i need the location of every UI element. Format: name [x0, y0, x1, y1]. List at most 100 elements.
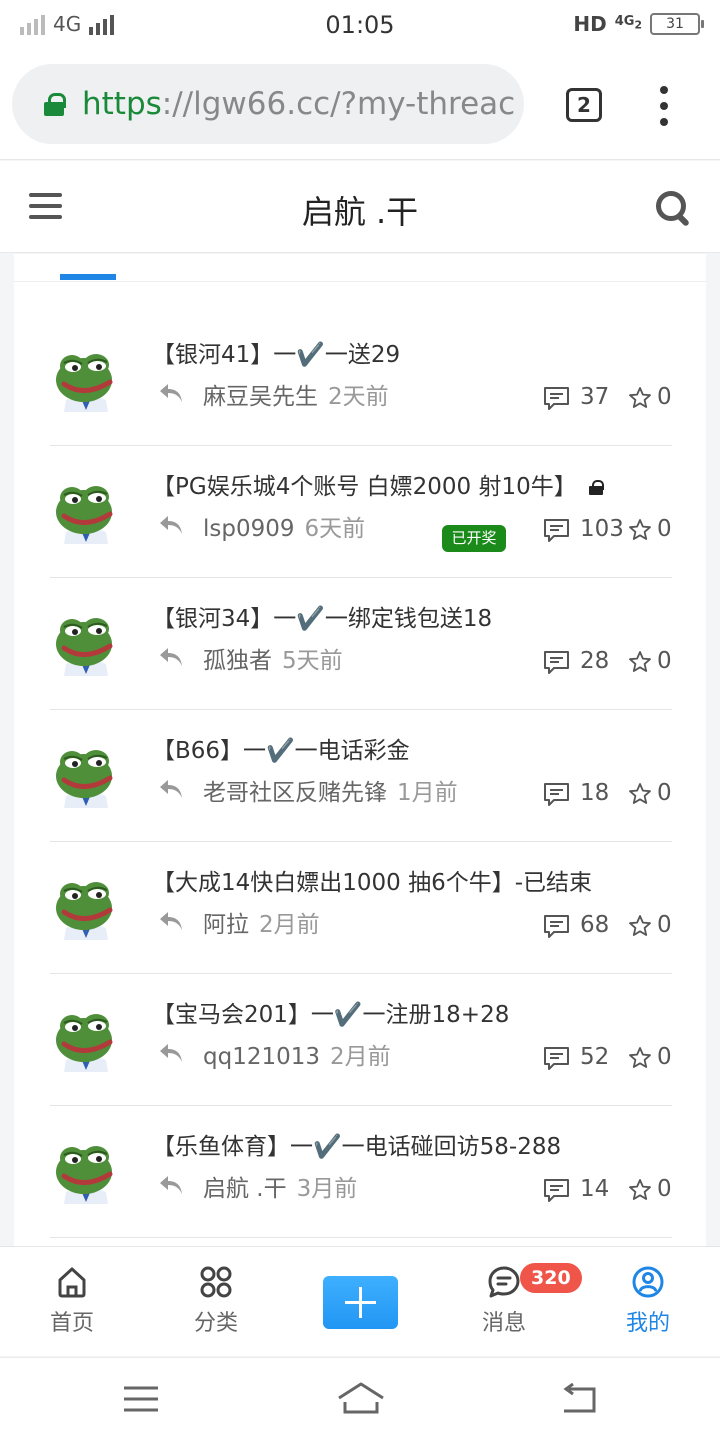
more-menu-icon[interactable]	[650, 86, 678, 126]
thread-meta: 阿拉 2月前	[203, 905, 320, 939]
chat-bubble-icon	[488, 1266, 520, 1298]
lock-icon	[588, 480, 604, 495]
post-time: 2月前	[330, 1044, 391, 1070]
post-time: 3月前	[296, 1176, 358, 1202]
tab-mine-label: 我的	[625, 1311, 670, 1336]
secure-lock-icon[interactable]	[44, 93, 66, 116]
post-time: 5天前	[282, 648, 343, 674]
tab-mine[interactable]: 我的	[598, 1265, 698, 1337]
comment-icon	[544, 1047, 569, 1070]
thread-row[interactable]: 【PG娱乐城4个账号 白嫖2000 射10牛】 lsp0909 6天前 已开奖 10…	[50, 446, 672, 578]
comment-icon	[544, 387, 569, 410]
active-tab-indicator	[60, 274, 116, 280]
reply-icon	[160, 780, 182, 798]
post-time: 1月前	[397, 780, 458, 806]
thread-meta: 孤独者 5天前	[203, 641, 343, 675]
avatar[interactable]	[50, 868, 122, 940]
back-nav-icon[interactable]	[561, 1383, 597, 1413]
status-bar: 4G 01:05 HD 4G2 31	[0, 0, 720, 52]
thread-row[interactable]: 【银河41】一✔️一送29 麻豆吴先生 2天前 37 0	[50, 314, 672, 446]
author-name[interactable]: lsp0909	[203, 516, 295, 542]
author-name[interactable]: 启航 .干	[203, 1176, 287, 1202]
recents-menu-icon[interactable]	[124, 1386, 158, 1412]
comment-count: 28	[580, 648, 610, 674]
tab-category-label: 分类	[193, 1311, 238, 1336]
thread-title[interactable]: 【宝马会201】一✔️一注册18+28	[152, 995, 509, 1029]
thread-meta: 老哥社区反赌先锋 1月前	[203, 773, 458, 807]
comment-count: 103	[580, 516, 624, 542]
reply-icon	[160, 1044, 182, 1062]
star-count: 0	[657, 648, 672, 674]
avatar[interactable]	[50, 1132, 122, 1204]
star-icon[interactable]	[628, 1178, 652, 1202]
thread-meta: qq121013 2月前	[203, 1037, 391, 1071]
url-text[interactable]: https://lgw66.cc/?my-threac	[82, 86, 515, 122]
tab-strip	[14, 254, 706, 282]
comment-count: 37	[580, 384, 610, 410]
tab-home[interactable]: 首页	[22, 1265, 122, 1337]
star-icon[interactable]	[628, 518, 652, 542]
post-time: 2月前	[259, 912, 320, 938]
avatar[interactable]	[50, 472, 122, 544]
tab-category[interactable]: 分类	[166, 1265, 266, 1337]
search-icon[interactable]	[656, 191, 692, 227]
author-name[interactable]: 阿拉	[203, 912, 249, 938]
avatar[interactable]	[50, 1000, 122, 1072]
author-name[interactable]: qq121013	[203, 1044, 320, 1070]
thread-title[interactable]: 【银河41】一✔️一送29	[152, 335, 400, 369]
comment-count: 14	[580, 1176, 610, 1202]
thread-title[interactable]: 【B66】一✔️一电话彩金	[152, 731, 410, 765]
star-icon[interactable]	[628, 782, 652, 806]
thread-meta: lsp0909 6天前	[203, 509, 365, 543]
post-time: 2天前	[328, 384, 389, 410]
user-icon	[632, 1266, 664, 1298]
thread-row[interactable]: 【银河34】一✔️一绑定钱包送18 孤独者 5天前 28 0	[50, 578, 672, 710]
author-name[interactable]: 孤独者	[203, 648, 272, 674]
author-name[interactable]: 老哥社区反赌先锋	[203, 780, 387, 806]
star-icon[interactable]	[628, 1046, 652, 1070]
new-post-button[interactable]	[323, 1276, 398, 1329]
thread-row[interactable]: 【宝马会201】一✔️一注册18+28 qq121013 2月前 52 0	[50, 974, 672, 1106]
grid-icon	[200, 1266, 232, 1298]
avatar[interactable]	[50, 736, 122, 808]
home-nav-icon[interactable]	[337, 1382, 385, 1414]
author-name[interactable]: 麻豆吴先生	[203, 384, 318, 410]
system-nav-bar	[0, 1357, 720, 1440]
avatar[interactable]	[50, 604, 122, 676]
comment-icon	[544, 915, 569, 938]
thread-meta: 启航 .干 3月前	[203, 1169, 357, 1203]
star-icon[interactable]	[628, 650, 652, 674]
star-count: 0	[657, 780, 672, 806]
thread-row[interactable]: 【乐鱼体育】一✔️一电话碰回访58-288 启航 .干 3月前 14 0	[50, 1106, 672, 1238]
net-type-icon: 4G2	[614, 14, 642, 32]
star-count: 0	[657, 912, 672, 938]
tab-switcher-button[interactable]: 2	[566, 88, 602, 122]
comment-count: 18	[580, 780, 610, 806]
comment-icon	[544, 519, 569, 542]
thread-title[interactable]: 【银河34】一✔️一绑定钱包送18	[152, 599, 492, 633]
reply-icon	[160, 516, 182, 534]
bottom-tab-bar: 首页 分类 消息 320 我的	[0, 1246, 720, 1356]
comment-icon	[544, 1179, 569, 1202]
reply-icon	[160, 912, 182, 930]
avatar[interactable]	[50, 340, 122, 412]
thread-title[interactable]: 【PG娱乐城4个账号 白嫖2000 射10牛】	[152, 467, 604, 501]
thread-title[interactable]: 【大成14快白嫖出1000 抽6个牛】-已结束	[152, 863, 592, 897]
star-count: 0	[657, 516, 672, 542]
star-count: 0	[657, 1044, 672, 1070]
app-header: 启航 .干	[0, 161, 720, 253]
thread-row[interactable]: 【大成14快白嫖出1000 抽6个牛】-已结束 阿拉 2月前 68 0	[50, 842, 672, 974]
thread-list-card: 【银河41】一✔️一送29 麻豆吴先生2天前 37 0 【PG娱乐城4个账号	[14, 254, 706, 1246]
thread-title[interactable]: 【乐鱼体育】一✔️一电话碰回访58-288	[152, 1127, 561, 1161]
star-count: 0	[657, 384, 672, 410]
star-icon[interactable]	[628, 386, 652, 410]
thread-row[interactable]: 【B66】一✔️一电话彩金 老哥社区反赌先锋 1月前 18 0	[50, 710, 672, 842]
home-icon	[58, 1267, 86, 1298]
messages-count-badge: 320	[520, 1263, 582, 1293]
reply-icon	[160, 648, 182, 666]
comment-icon	[544, 651, 569, 674]
comment-count: 68	[580, 912, 610, 938]
address-bar[interactable]: https://lgw66.cc/?my-threac	[12, 64, 524, 144]
hd-label: HD	[573, 12, 607, 36]
star-icon[interactable]	[628, 914, 652, 938]
